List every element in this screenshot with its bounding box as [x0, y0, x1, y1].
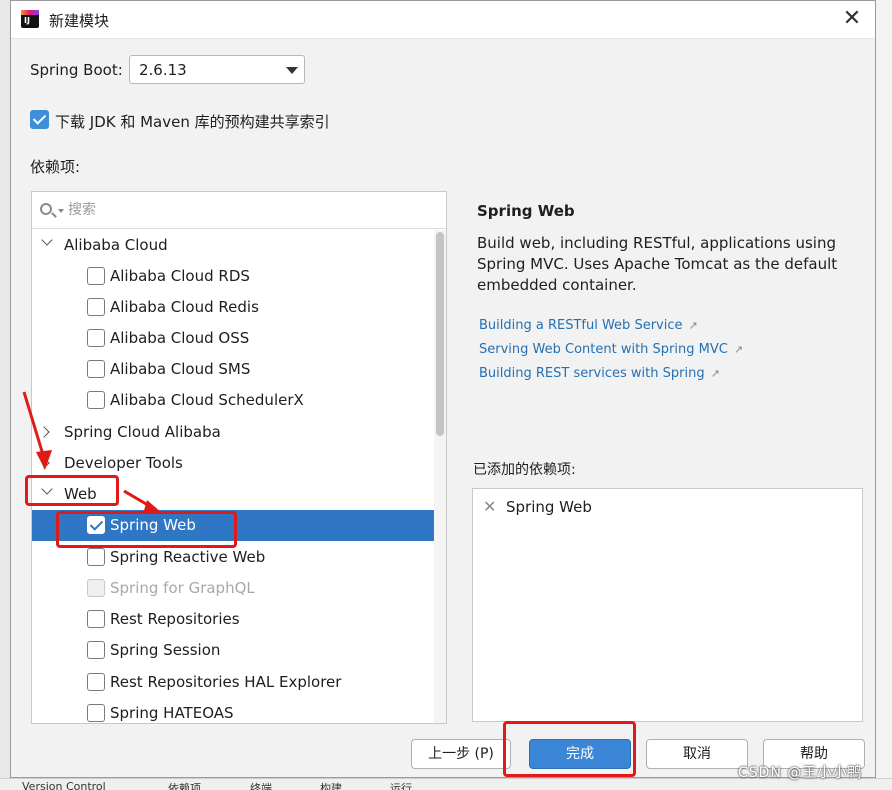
link-text[interactable]: Serving Web Content with Spring MVC [479, 342, 728, 357]
chevron-right-icon[interactable] [38, 426, 50, 438]
dependency-label: Spring Web [110, 516, 196, 534]
tree-item-rest-repositories[interactable]: Rest Repositories [32, 604, 446, 635]
dependency-checkbox[interactable] [87, 360, 105, 378]
link-serving-web-content[interactable]: Serving Web Content with Spring MVC ↗ [479, 342, 743, 357]
finish-button[interactable]: 完成 [529, 739, 631, 769]
spring-boot-version-value: 2.6.13 [139, 61, 187, 79]
search-options-caret-icon[interactable] [58, 209, 64, 213]
tree-group-label: Web [64, 485, 97, 503]
link-text[interactable]: Building REST services with Spring [479, 366, 705, 381]
intellij-idea-icon: IJ [21, 10, 39, 28]
tree-item-alibaba-cloud-oss[interactable]: Alibaba Cloud OSS [32, 323, 446, 354]
tree-item-spring-session[interactable]: Spring Session [32, 635, 446, 666]
dependency-checkbox[interactable] [87, 548, 105, 566]
cancel-button[interactable]: 取消 [646, 739, 748, 769]
tree-item-spring-web[interactable]: Spring Web [32, 510, 446, 541]
search-bar [32, 192, 446, 229]
tree-item-spring-reactive-web[interactable]: Spring Reactive Web [32, 542, 446, 573]
tree-group-spring-cloud-alibaba[interactable]: Spring Cloud Alibaba [32, 417, 446, 448]
added-dependencies-label: 已添加的依赖项: [473, 462, 576, 478]
dialog-title: 新建模块 [49, 12, 110, 30]
tree-item-alibaba-cloud-schedulerx[interactable]: Alibaba Cloud SchedulerX [32, 385, 446, 416]
dependency-checkbox[interactable] [87, 610, 105, 628]
tree-group-label: Spring Cloud Alibaba [64, 423, 221, 441]
dependency-checkbox[interactable] [87, 391, 105, 409]
link-text[interactable]: Building a RESTful Web Service [479, 318, 683, 333]
dialog-titlebar: IJ 新建模块 ✕ [11, 1, 875, 39]
spring-boot-version-select[interactable]: 2.6.13 [129, 55, 305, 84]
download-index-checkbox[interactable] [30, 110, 49, 129]
external-link-icon: ↗ [688, 319, 698, 332]
dependency-label: Rest Repositories [110, 610, 240, 628]
dependency-label: Alibaba Cloud RDS [110, 267, 250, 285]
watermark: CSDN @王小小鸭 [738, 765, 863, 781]
tree-item-spring-hateoas[interactable]: Spring HATEOAS [32, 698, 446, 723]
dependency-checkbox[interactable] [87, 516, 105, 534]
scrollbar-thumb[interactable] [436, 232, 444, 436]
tree-item-spring-for-graphql: Spring for GraphQL [32, 573, 446, 604]
tool-terminal[interactable]: 终端 [250, 780, 272, 790]
dependency-checkbox[interactable] [87, 267, 105, 285]
dependency-tree: Alibaba Cloud Alibaba Cloud RDS Alibaba … [32, 230, 446, 723]
dependency-label: Spring Session [110, 641, 221, 659]
dependency-label: Alibaba Cloud SMS [110, 360, 251, 378]
dependency-checkbox[interactable] [87, 329, 105, 347]
added-dependency-label: Spring Web [506, 498, 592, 516]
dependency-checkbox [87, 579, 105, 597]
spring-boot-label: Spring Boot: [30, 61, 123, 79]
dependency-label: Spring HATEOAS [110, 704, 234, 722]
tree-item-alibaba-cloud-rds[interactable]: Alibaba Cloud RDS [32, 261, 446, 292]
detail-title: Spring Web [477, 202, 575, 220]
download-index-label[interactable]: 下载 JDK 和 Maven 库的预构建共享索引 [55, 111, 330, 132]
remove-icon[interactable]: ✕ [483, 497, 496, 516]
external-link-icon: ↗ [710, 367, 720, 380]
new-module-dialog: IJ 新建模块 ✕ Spring Boot: 2.6.13 下载 JDK 和 M… [10, 0, 876, 778]
tree-group-alibaba-cloud[interactable]: Alibaba Cloud [32, 230, 446, 261]
chevron-down-icon [286, 67, 298, 74]
tree-group-web[interactable]: Web [32, 479, 446, 510]
tool-dependencies[interactable]: 依赖项 [168, 780, 201, 790]
dependencies-panel: Alibaba Cloud Alibaba Cloud RDS Alibaba … [31, 191, 447, 724]
dependency-checkbox[interactable] [87, 673, 105, 691]
dependency-label: Alibaba Cloud SchedulerX [110, 391, 304, 409]
chevron-down-icon[interactable] [41, 483, 53, 495]
dependency-label: Alibaba Cloud Redis [110, 298, 259, 316]
dependency-label: Rest Repositories HAL Explorer [110, 673, 342, 691]
tree-item-alibaba-cloud-redis[interactable]: Alibaba Cloud Redis [32, 292, 446, 323]
chevron-down-icon[interactable] [41, 234, 53, 246]
dependency-checkbox[interactable] [87, 704, 105, 722]
tree-group-label: Developer Tools [64, 454, 183, 472]
search-input[interactable] [68, 200, 428, 220]
background-ide-left [0, 0, 10, 790]
tree-group-label: Alibaba Cloud [64, 236, 168, 254]
external-link-icon: ↗ [733, 343, 744, 356]
dependency-label: Alibaba Cloud OSS [110, 329, 250, 347]
search-icon[interactable] [40, 203, 52, 215]
added-dependencies-list: ✕ Spring Web [472, 488, 863, 722]
link-restful-web-service[interactable]: Building a RESTful Web Service ↗ [479, 318, 698, 333]
dependency-label: Spring for GraphQL [110, 579, 255, 597]
tree-scrollbar[interactable] [434, 230, 446, 723]
tool-run[interactable]: 运行 [390, 780, 412, 790]
tool-version-control[interactable]: Version Control [22, 780, 106, 790]
tree-item-alibaba-cloud-sms[interactable]: Alibaba Cloud SMS [32, 354, 446, 385]
dependency-checkbox[interactable] [87, 641, 105, 659]
link-rest-services[interactable]: Building REST services with Spring ↗ [479, 366, 720, 381]
background-ide-right [876, 0, 892, 790]
tree-item-rest-repositories-hal-explorer[interactable]: Rest Repositories HAL Explorer [32, 667, 446, 698]
previous-button[interactable]: 上一步 (P) [411, 739, 511, 769]
tool-build[interactable]: 构建 [320, 780, 342, 790]
dependencies-label: 依赖项: [30, 158, 81, 176]
dependency-checkbox[interactable] [87, 298, 105, 316]
detail-description: Build web, including RESTful, applicatio… [477, 234, 838, 294]
dependency-label: Spring Reactive Web [110, 548, 266, 566]
chevron-right-icon[interactable] [38, 457, 50, 469]
close-icon[interactable]: ✕ [839, 7, 865, 33]
tree-group-developer-tools[interactable]: Developer Tools [32, 448, 446, 479]
